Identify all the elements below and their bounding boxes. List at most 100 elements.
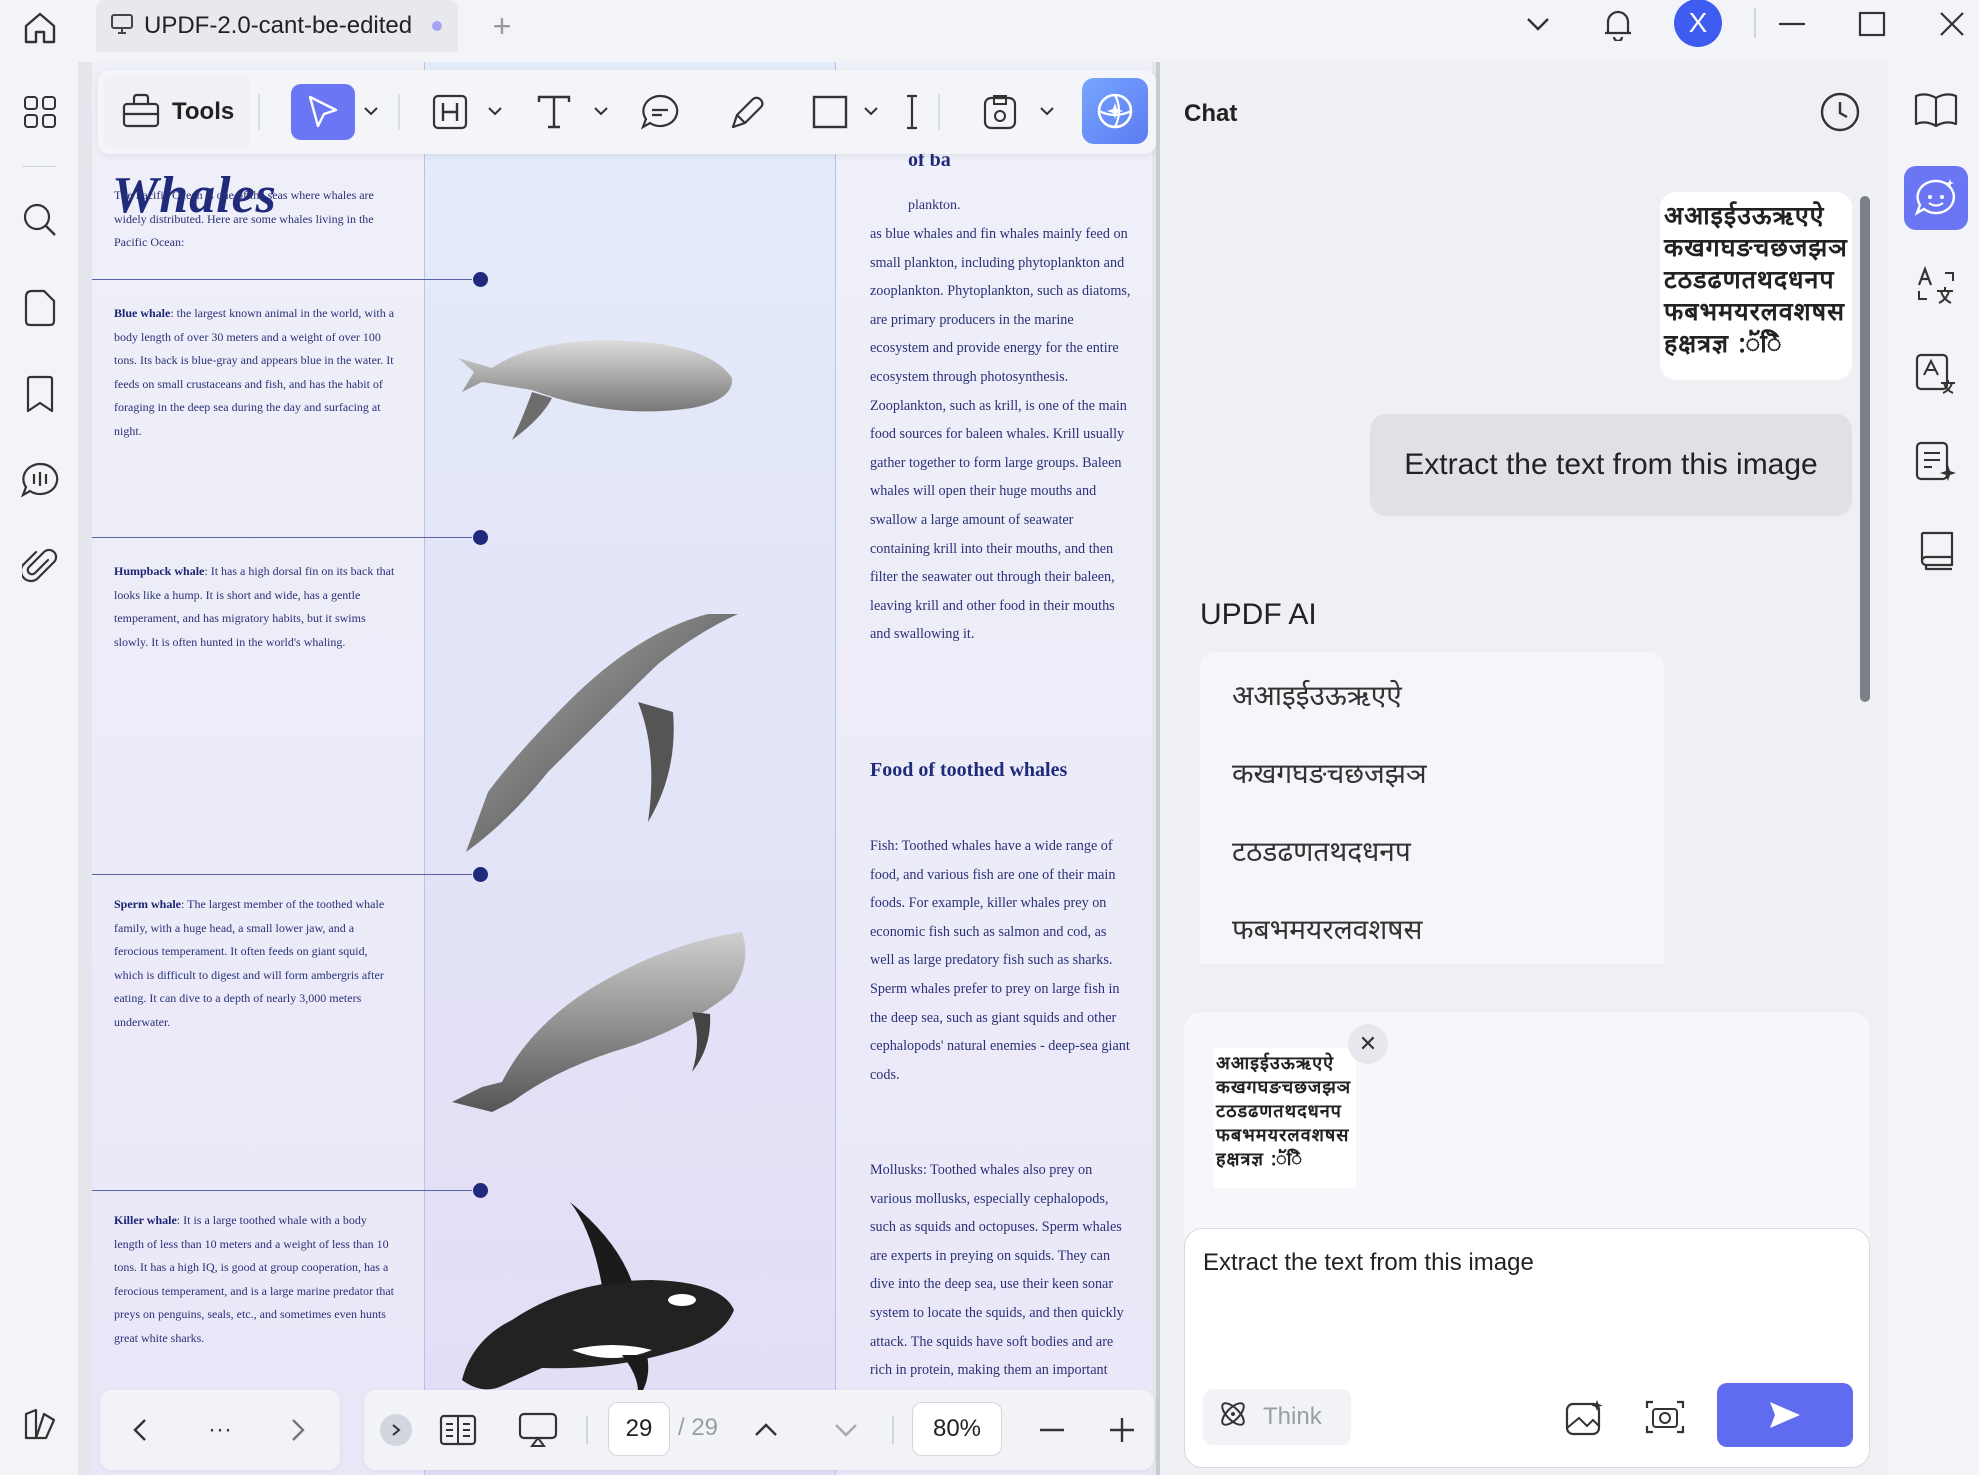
document-scrollbar[interactable] — [1156, 62, 1160, 1475]
divider-line — [92, 874, 472, 875]
chevron-down-icon[interactable] — [1514, 0, 1562, 48]
intro-paragraph: The Pacific Ocean is one of the seas whe… — [114, 188, 374, 249]
unsaved-dot — [432, 21, 443, 31]
navigation-group: ··· — [100, 1390, 340, 1470]
more-button[interactable]: ··· — [198, 1404, 242, 1456]
document-viewer[interactable]: Whales The Pacific Ocean is one of the s… — [78, 62, 1160, 1475]
ai-assistant-button[interactable] — [1082, 78, 1148, 144]
thumbnails-icon[interactable] — [14, 86, 66, 138]
close-icon[interactable] — [1928, 0, 1976, 48]
chat-title: Chat — [1184, 100, 1238, 127]
image-text-line: अआइईउऊऋएऐ — [1664, 201, 1825, 230]
translate-document-icon[interactable] — [1904, 342, 1968, 406]
avatar-button[interactable]: X — [1674, 0, 1722, 47]
toolbox-icon — [122, 92, 160, 133]
text-fragment: plankton. — [908, 198, 961, 213]
remove-image-close-icon[interactable]: ✕ — [1348, 1024, 1388, 1064]
ai-chat-icon[interactable] — [1904, 166, 1968, 230]
sperm-whale-image — [452, 932, 746, 1112]
chevron-down-icon[interactable] — [364, 106, 378, 116]
toolbar-divider — [258, 94, 260, 130]
book-icon[interactable] — [1904, 518, 1968, 582]
search-icon[interactable] — [14, 194, 66, 246]
zoom-level[interactable]: 80% — [912, 1402, 1002, 1456]
tools-button[interactable]: Tools — [104, 76, 250, 148]
comment-tool-icon[interactable] — [638, 84, 682, 140]
title-bar: UPDF-2.0-cant-be-edited + X — [0, 0, 1979, 62]
minimize-icon[interactable] — [1768, 0, 1816, 48]
back-icon[interactable] — [120, 1404, 160, 1456]
chevron-down-icon[interactable] — [1040, 106, 1054, 116]
send-button[interactable] — [1717, 1383, 1853, 1447]
left-sidebar — [0, 62, 78, 1475]
bookmark-icon[interactable] — [14, 368, 66, 420]
history-icon[interactable] — [1814, 86, 1866, 138]
page-number-input[interactable]: 29 — [608, 1402, 670, 1456]
comment-icon[interactable] — [14, 454, 66, 506]
blue-whale-image — [458, 340, 733, 440]
chat-input-text: Extract the text from this image — [1203, 1249, 1534, 1276]
next-page-icon[interactable] — [824, 1404, 868, 1456]
more-tools-icon[interactable] — [904, 84, 920, 140]
toolbar-divider — [398, 94, 400, 130]
theme-icon[interactable] — [14, 1398, 66, 1450]
chevron-down-icon[interactable] — [488, 106, 502, 116]
avatar: X — [1674, 0, 1722, 47]
reader-book-icon[interactable] — [1904, 78, 1968, 142]
image-text-line: अआइईउऊऋएऐ — [1216, 1053, 1335, 1074]
zoom-in-icon[interactable] — [1100, 1404, 1144, 1456]
maximize-icon[interactable] — [1848, 0, 1896, 48]
divider-line — [92, 1190, 472, 1191]
chat-composer: अआइईउऊऋएऐ कखगघङचछजझञ टठडढणतथदधनप फबभमयरल… — [1184, 1012, 1870, 1468]
baleen-food-paragraph: as blue whales and fin whales mainly fee… — [870, 226, 1131, 643]
send-icon — [1770, 1402, 1800, 1428]
zoom-out-icon[interactable] — [1030, 1404, 1074, 1456]
user-message: Extract the text from this image — [1370, 414, 1852, 516]
humpback-whale-image — [466, 614, 738, 852]
add-image-icon[interactable] — [1557, 1389, 1613, 1445]
pen-tool-icon[interactable] — [726, 84, 770, 140]
tools-label: Tools — [172, 98, 235, 125]
ai-summary-icon[interactable] — [1904, 430, 1968, 494]
page-layout-icon[interactable] — [436, 1404, 480, 1456]
page-total: / 29 — [678, 1414, 719, 1441]
chevron-down-icon[interactable] — [594, 106, 608, 116]
collapse-arrow-icon[interactable] — [380, 1414, 412, 1446]
uploaded-image[interactable]: अआइईउऊऋएऐ कखगघङचछजझञ टठडढणतथदधनप फबभमयरल… — [1660, 192, 1852, 380]
chat-panel: Chat अआइईउऊऋएऐ कखगघङचछजझञ टठडढणतथदधनप फब… — [1170, 62, 1888, 1475]
ai-response-line: कखगघङचछजझञ — [1232, 757, 1427, 790]
attached-image-thumbnail[interactable]: अआइईउऊऋएऐ कखगघङचछजझञ टठडढणतथदधनप फबभमयरल… — [1214, 1048, 1356, 1188]
document-tab[interactable]: UPDF-2.0-cant-be-edited — [96, 0, 458, 52]
think-label: Think — [1263, 1403, 1322, 1430]
chevron-down-icon[interactable] — [864, 106, 878, 116]
text-tool-icon[interactable] — [532, 84, 576, 140]
rail-divider — [22, 166, 56, 167]
translate-icon[interactable] — [1904, 254, 1968, 318]
save-icon[interactable] — [978, 84, 1022, 140]
bottom-divider — [586, 1416, 588, 1444]
chat-scrollbar[interactable] — [1860, 196, 1870, 702]
monitor-icon — [110, 13, 134, 40]
rectangle-tool-icon[interactable] — [808, 84, 852, 140]
edit-toolbar: Tools — [98, 70, 1156, 154]
screenshot-camera-icon[interactable] — [1637, 1389, 1693, 1445]
heading-tool-icon[interactable] — [428, 84, 472, 140]
presentation-icon[interactable] — [516, 1404, 560, 1456]
atom-icon — [1217, 1398, 1249, 1437]
page-icon[interactable] — [14, 282, 66, 334]
bell-icon[interactable] — [1594, 0, 1642, 48]
forward-icon[interactable] — [278, 1404, 318, 1456]
new-tab-plus-icon[interactable]: + — [484, 8, 520, 44]
chat-input[interactable]: Extract the text from this image Think — [1184, 1228, 1870, 1468]
image-text-line: टठडढणतथदधनप — [1664, 265, 1835, 294]
right-sidebar — [1888, 62, 1979, 1475]
think-button[interactable]: Think — [1203, 1389, 1351, 1445]
home-icon[interactable] — [18, 6, 62, 50]
attachment-icon[interactable] — [14, 540, 66, 592]
whale-description: Killer whale: It is a large toothed whal… — [114, 1213, 394, 1345]
image-text-line: कखगघङचछजझञ — [1216, 1077, 1352, 1098]
divider-line — [92, 279, 472, 280]
select-tool-button[interactable] — [291, 84, 355, 140]
previous-page-icon[interactable] — [744, 1404, 788, 1456]
whale-description: Humpback whale: It has a high dorsal fin… — [114, 564, 395, 649]
